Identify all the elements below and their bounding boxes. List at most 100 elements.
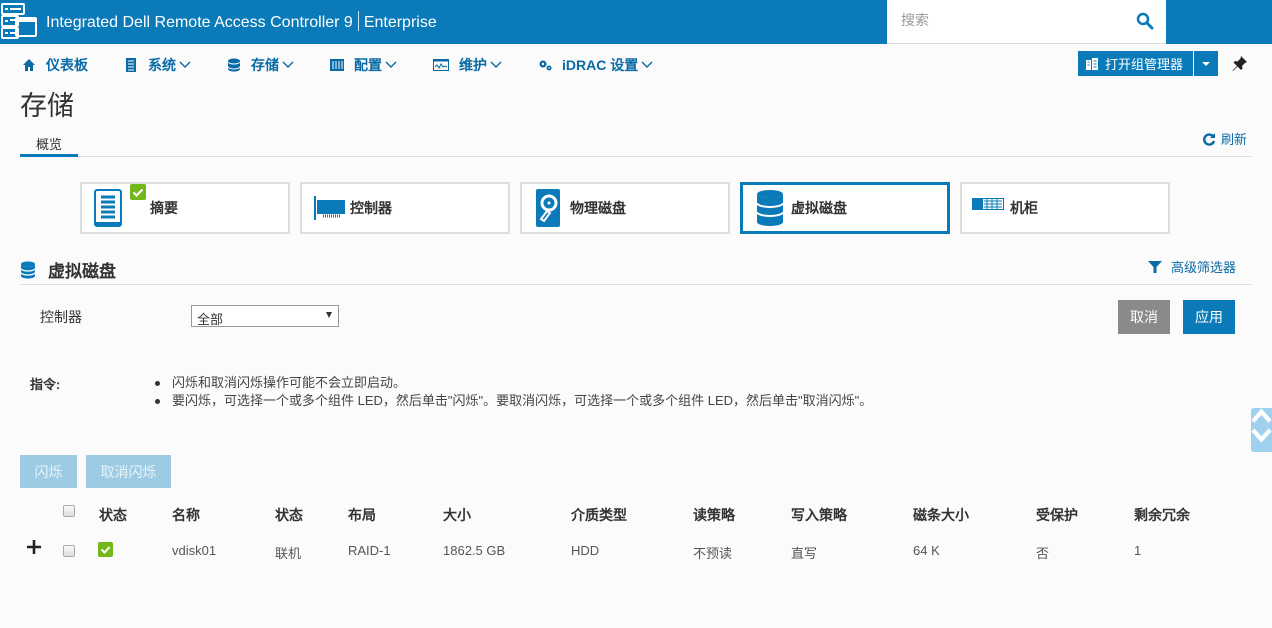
page-title: 存储	[20, 91, 74, 122]
card-label: 物理磁盘	[570, 200, 626, 216]
column-header-size[interactable]: 大小	[443, 505, 471, 525]
select-all-checkbox[interactable]	[63, 505, 75, 517]
section-divider	[20, 284, 1251, 285]
summary-icon	[94, 189, 122, 227]
column-header-name[interactable]: 名称	[172, 505, 200, 525]
tab-bar: 概览	[20, 132, 1251, 157]
column-header-layout[interactable]: 布局	[348, 505, 376, 525]
virtual-disk-icon	[756, 190, 784, 226]
refresh-button[interactable]: 刷新	[1202, 129, 1247, 148]
nav-label: 维护	[459, 57, 487, 73]
controller-select-value: 全部	[197, 312, 224, 327]
card-enclosure[interactable]: 机柜	[960, 182, 1170, 234]
chevron-down-icon	[179, 61, 191, 68]
scroll-down-icon[interactable]	[1251, 428, 1272, 443]
card-label: 控制器	[350, 200, 392, 216]
card-label: 虚拟磁盘	[791, 200, 847, 216]
storage-icon	[227, 58, 241, 72]
card-label: 机柜	[1010, 200, 1038, 216]
section-title: 虚拟磁盘	[48, 262, 116, 281]
apply-button[interactable]: 应用	[1183, 300, 1235, 334]
nav-label: 仪表板	[46, 57, 88, 73]
cell-layout: RAID-1	[348, 543, 391, 558]
cell-stripe-size: 64 K	[913, 543, 940, 558]
instructions-list: 闪烁和取消闪烁操作可能不会立即启动。 要闪烁，可选择一个或多个组件 LED，然后…	[155, 374, 895, 410]
open-group-manager-button[interactable]: 打开组管理器	[1078, 51, 1195, 76]
column-header-remaining-redundancy[interactable]: 剩余冗余	[1134, 505, 1190, 525]
nav-system[interactable]: 系统	[124, 55, 191, 75]
caret-down-icon	[1202, 61, 1211, 66]
chevron-down-icon	[385, 61, 397, 68]
cell-media-type: HDD	[571, 543, 600, 558]
group-manager-dropdown-button[interactable]	[1194, 51, 1219, 76]
status-ok-icon	[98, 542, 113, 557]
chevron-down-icon	[490, 61, 502, 68]
cancel-button[interactable]: 取消	[1118, 300, 1170, 334]
instruction-item: 闪烁和取消闪烁操作可能不会立即启动。	[155, 374, 895, 392]
nav-label: 存储	[251, 57, 279, 73]
cell-size: 1862.5 GB	[443, 543, 506, 558]
card-physical-disk[interactable]: 物理磁盘	[520, 182, 730, 234]
tab-overview[interactable]: 概览	[20, 132, 78, 157]
home-icon	[23, 59, 35, 71]
cell-read-policy: 不预读	[693, 546, 733, 561]
section-header: 虚拟磁盘	[20, 257, 116, 282]
column-header-media-type[interactable]: 介质类型	[571, 505, 627, 525]
gears-icon	[539, 60, 552, 71]
search-icon[interactable]	[1136, 12, 1154, 30]
advanced-filter-label: 高级筛选器	[1171, 260, 1237, 275]
search-input[interactable]	[901, 12, 1121, 28]
advanced-filter-button[interactable]: 高级筛选器	[1148, 257, 1236, 276]
column-header-state[interactable]: 状态	[275, 505, 303, 525]
refresh-icon	[1203, 132, 1216, 146]
top-bar: Integrated Dell Remote Access Controller…	[0, 0, 1272, 44]
nav-dashboard[interactable]: 仪表板	[22, 55, 88, 75]
server-logo-icon	[1, 3, 37, 39]
configuration-icon	[330, 59, 344, 71]
card-label: 摘要	[150, 200, 178, 216]
column-header-secured[interactable]: 受保护	[1036, 505, 1078, 525]
chevron-down-icon	[282, 61, 294, 68]
unblink-button[interactable]: 取消闪烁	[86, 455, 171, 488]
instructions-label: 指令:	[30, 377, 61, 392]
app-edition: Enterprise	[363, 14, 437, 31]
group-manager-label: 打开组管理器	[1105, 57, 1184, 72]
caret-down-icon	[326, 312, 332, 318]
chevron-down-icon	[641, 61, 653, 68]
controller-select[interactable]: 全部	[191, 305, 339, 327]
app-title: Integrated Dell Remote Access Controller…	[46, 11, 437, 32]
instruction-item: 要闪烁，可选择一个或多个组件 LED，然后单击"闪烁"。要取消闪烁，可选择一个或…	[155, 392, 895, 410]
nav-storage[interactable]: 存储	[227, 55, 294, 75]
nav-idrac-settings[interactable]: iDRAC 设置	[538, 55, 653, 75]
enclosure-icon	[972, 198, 1004, 210]
title-separator	[357, 11, 359, 31]
pin-icon[interactable]	[1232, 55, 1248, 71]
scroll-up-icon[interactable]	[1251, 408, 1272, 423]
expand-row-icon[interactable]	[26, 539, 42, 555]
card-summary[interactable]: 摘要	[80, 182, 290, 234]
row-checkbox[interactable]	[63, 545, 75, 557]
maintenance-icon	[433, 59, 449, 71]
virtual-disk-icon	[20, 261, 36, 278]
cell-write-policy: 直写	[791, 546, 818, 561]
cell-remaining-redundancy: 1	[1134, 543, 1142, 558]
controller-filter-label: 控制器	[40, 309, 82, 325]
blink-button[interactable]: 闪烁	[20, 455, 77, 488]
cell-name: vdisk01	[172, 543, 217, 558]
cell-secured: 否	[1036, 546, 1050, 561]
main-nav: 仪表板 系统 存储 配置 维护 iDRAC 设置	[22, 54, 689, 76]
refresh-label: 刷新	[1221, 132, 1248, 147]
nav-maintenance[interactable]: 维护	[433, 55, 502, 75]
building-icon	[1086, 57, 1098, 70]
column-header-write-policy[interactable]: 写入策略	[791, 505, 847, 525]
physical-disk-icon	[536, 189, 560, 227]
status-ok-badge	[130, 184, 146, 200]
column-header-stripe-size[interactable]: 磁条大小	[913, 505, 969, 525]
column-header-status[interactable]: 状态	[99, 505, 127, 525]
card-virtual-disk[interactable]: 虚拟磁盘	[740, 182, 950, 234]
controller-icon	[314, 196, 345, 220]
group-manager-split-button: 打开组管理器	[1078, 51, 1219, 76]
card-controller[interactable]: 控制器	[300, 182, 510, 234]
column-header-read-policy[interactable]: 读策略	[693, 505, 735, 525]
nav-configuration[interactable]: 配置	[330, 55, 397, 75]
